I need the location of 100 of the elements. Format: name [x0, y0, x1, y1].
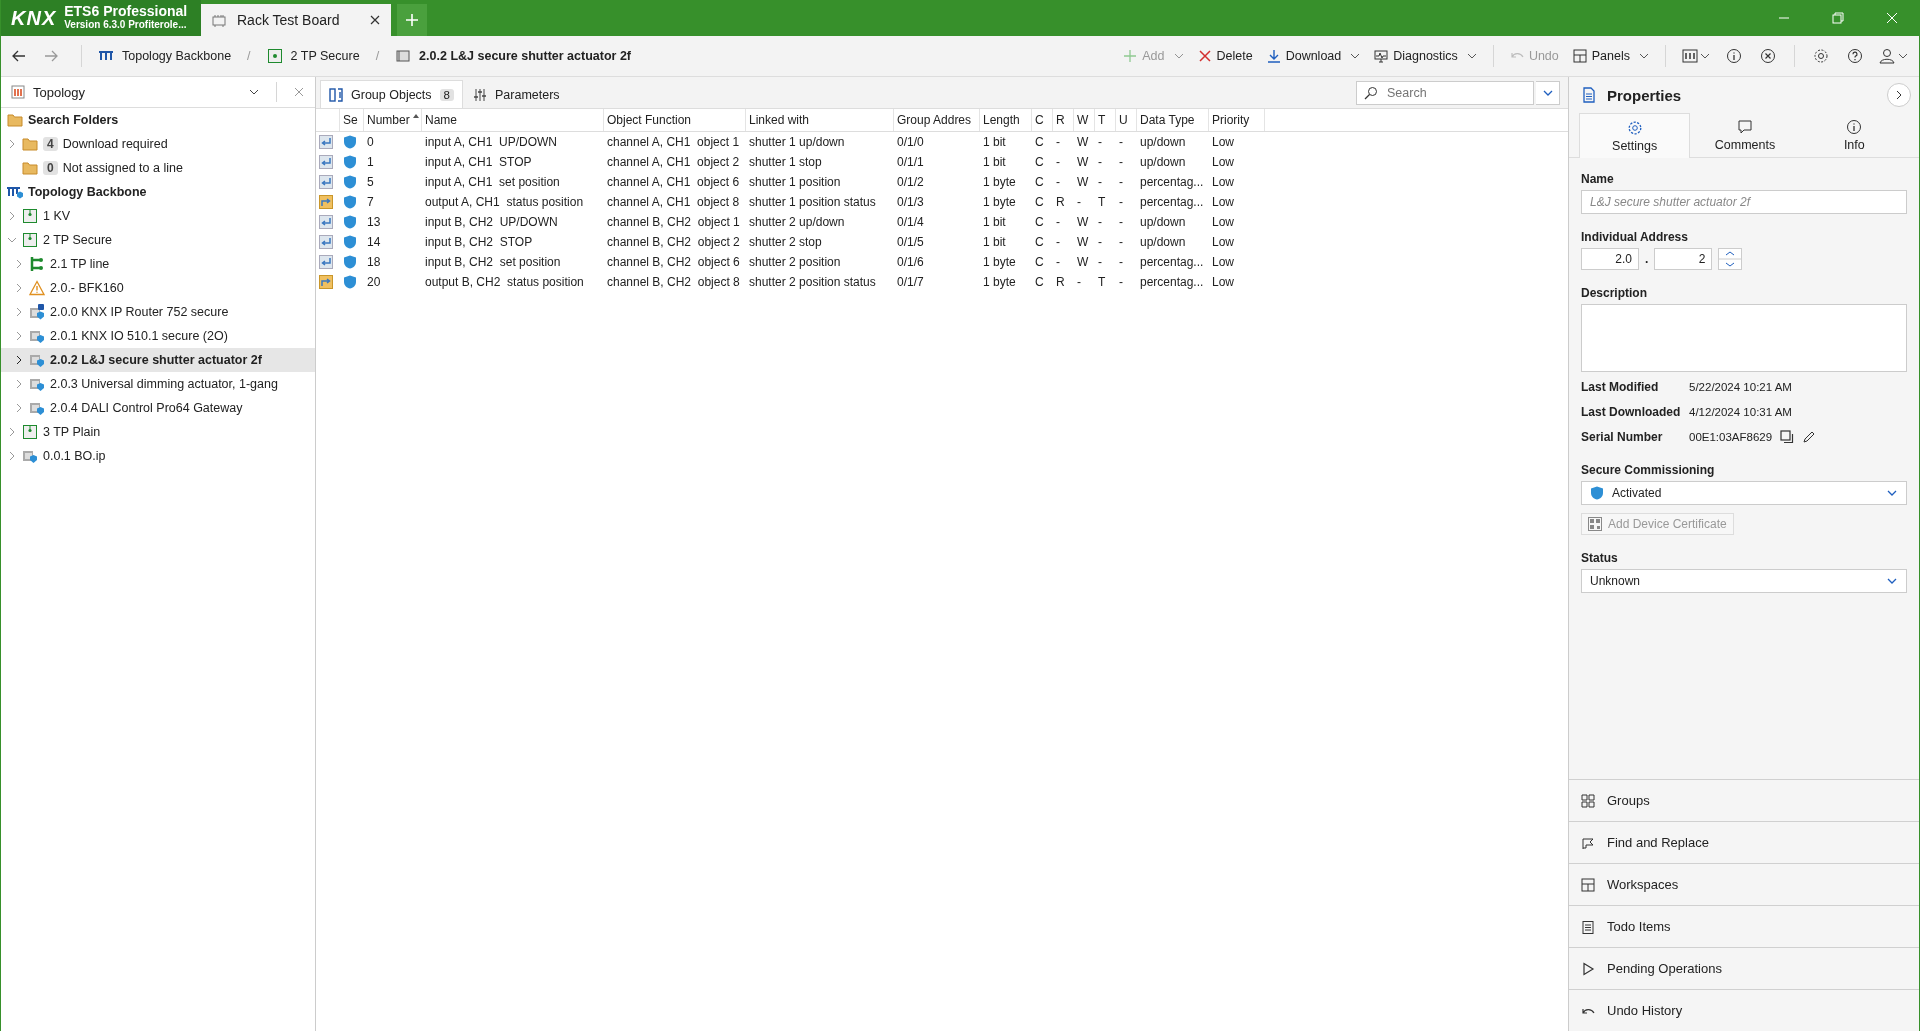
info-label: Last Modified	[1581, 379, 1660, 394]
column-header[interactable]: Priority	[1209, 109, 1265, 131]
tree-item[interactable]: Topology Backbone	[1, 180, 315, 204]
collapsed-panel[interactable]: Pending Operations	[1569, 947, 1919, 989]
search-field[interactable]: Search	[1356, 80, 1534, 105]
close-icon[interactable]	[369, 14, 381, 26]
toolbar-button[interactable]: Diagnostics	[1370, 49, 1481, 63]
column-header[interactable]: Data Type	[1137, 109, 1209, 131]
editor-tab[interactable]: Group Objects 8	[320, 80, 463, 108]
tree-item[interactable]: 2 TP Secure	[1, 228, 315, 252]
tree-item[interactable]: 2.0.0 KNX IP Router 752 secure	[1, 300, 315, 324]
properties-tab[interactable]: Info	[1799, 113, 1909, 157]
secure-device-icon	[29, 376, 45, 392]
breadcrumb[interactable]: 2.0.2 L&J secure shutter actuator 2f	[391, 48, 635, 64]
column-header[interactable]: Se	[340, 109, 364, 131]
table-cell-text: up/down	[1139, 234, 1187, 251]
group-objects-icon	[329, 87, 343, 102]
column-header[interactable]: Length	[980, 109, 1032, 131]
expander-icon[interactable]	[14, 355, 24, 365]
new-tab-button[interactable]	[397, 4, 427, 36]
pencil-icon[interactable]	[1802, 429, 1817, 444]
editor-tab[interactable]: Parameters	[465, 81, 568, 108]
column-header[interactable]: R	[1053, 109, 1074, 131]
table-cell-text: 5	[366, 174, 375, 191]
collapsed-panel[interactable]: Find and Replace	[1569, 821, 1919, 863]
tree-item[interactable]: 1 KV	[1, 204, 315, 228]
table-cell-text: input A, CH1 UP/DOWN	[424, 134, 559, 151]
user-icon[interactable]	[1879, 48, 1909, 64]
forward-arrow-icon[interactable]	[43, 48, 59, 64]
table-cell-text: input B, CH2 UP/DOWN	[424, 214, 559, 231]
collapsed-panel[interactable]: Groups	[1569, 779, 1919, 821]
breadcrumb[interactable]: Topology Backbone	[94, 48, 236, 64]
name-field[interactable]: L&J secure shutter actuator 2f	[1581, 190, 1907, 214]
table-cell-text: -	[1055, 254, 1061, 271]
collapsed-panel[interactable]: Undo History	[1569, 989, 1919, 1031]
cancel-icon[interactable]	[1760, 48, 1776, 64]
column-header[interactable]: Number	[364, 109, 422, 131]
table-cell-text: -	[1055, 154, 1061, 171]
tree-item[interactable]: 2.0.1 KNX IO 510.1 secure (2O)	[1, 324, 315, 348]
table-cell-text: shutter 1 position status	[748, 194, 877, 211]
column-header[interactable]: Group Addres	[894, 109, 980, 131]
knx-logo: KNX	[11, 6, 57, 30]
toolbar-button[interactable]: Download	[1262, 49, 1365, 63]
tree-item[interactable]: Search Folders	[1, 108, 315, 132]
collapsed-panel[interactable]: Workspaces	[1569, 863, 1919, 905]
count-badge: 4	[43, 137, 58, 151]
column-header[interactable]: Object Function	[604, 109, 746, 131]
toolbar-button[interactable]: Panels	[1568, 49, 1653, 63]
properties-tab[interactable]: Comments	[1690, 113, 1800, 157]
collapsed-panel[interactable]: Todo Items	[1569, 905, 1919, 947]
settings-icon[interactable]	[1813, 48, 1829, 64]
table-cell-text: -	[1118, 134, 1124, 151]
help-icon[interactable]	[1847, 48, 1863, 64]
folder-icon	[22, 136, 38, 152]
column-header[interactable]: U	[1116, 109, 1137, 131]
caret-icon[interactable]	[1466, 51, 1477, 61]
column-header[interactable]: C	[1032, 109, 1053, 131]
caret-icon[interactable]	[1639, 51, 1649, 61]
tree-item[interactable]: 4 Download required	[1, 132, 315, 156]
address-line-field[interactable]: 2.0	[1581, 248, 1639, 270]
tree-item[interactable]: 2.1 TP line	[1, 252, 315, 276]
table-cell-text: 7	[366, 194, 375, 211]
back-arrow-icon[interactable]	[11, 48, 27, 64]
breadcrumb[interactable]: 2 TP Secure	[262, 48, 364, 64]
column-header[interactable]: Linked with	[746, 109, 894, 131]
tree-item[interactable]: 2.0.- BFK160	[1, 276, 315, 300]
table-cell-text: 14	[366, 234, 382, 251]
tree-item[interactable]: 2.0.2 L&J secure shutter actuator 2f	[1, 348, 315, 372]
workspace-icon	[1581, 877, 1595, 892]
search-options-button[interactable]	[1536, 80, 1560, 105]
table-cell-text: Low	[1211, 154, 1235, 171]
play-icon	[1581, 961, 1595, 976]
column-header[interactable]: Name	[422, 109, 604, 131]
spin-button[interactable]	[1718, 248, 1743, 270]
status-dropdown[interactable]: Unknown	[1581, 569, 1907, 593]
info-icon[interactable]	[1726, 48, 1742, 64]
column-header[interactable]: T	[1095, 109, 1116, 131]
table-cell-text: -	[1097, 174, 1103, 191]
table-cell-text: channel A, CH1 object 6	[606, 174, 741, 191]
collapse-panel-button[interactable]	[1887, 83, 1911, 107]
table-cell-text: -	[1097, 134, 1103, 151]
table-cell-text: 1 byte	[982, 274, 1017, 291]
caret-icon[interactable]	[1350, 51, 1361, 61]
column-header[interactable]: W	[1074, 109, 1095, 131]
tree-item[interactable]: 0.0.1 BO.ip	[1, 444, 315, 468]
properties-tab[interactable]: Settings	[1579, 113, 1691, 158]
address-device-field[interactable]: 2	[1654, 248, 1713, 270]
tree-item[interactable]: 0 Not assigned to a line	[1, 156, 315, 180]
tree-item[interactable]: 3 TP Plain	[1, 420, 315, 444]
chevron-right-icon	[1894, 90, 1904, 100]
table-cell-text: C	[1034, 234, 1045, 251]
tree-item[interactable]: 2.0.3 Universal dimming actuator, 1-gang	[1, 372, 315, 396]
description-field[interactable]	[1581, 304, 1907, 372]
project-tab[interactable]: Rack Test Board	[201, 4, 391, 36]
toolbar-button[interactable]: Delete	[1193, 49, 1257, 63]
app-brand[interactable]: KNX ETS6 Professional Version 6.3.0 Profiterole...	[1, 0, 201, 36]
table-cell-text: up/down	[1139, 134, 1187, 151]
copy-icon[interactable]	[1780, 429, 1795, 444]
tree-item[interactable]: 2.0.4 DALI Control Pro64 Gateway	[1, 396, 315, 420]
secure-commissioning-dropdown[interactable]: Activated	[1581, 481, 1907, 505]
